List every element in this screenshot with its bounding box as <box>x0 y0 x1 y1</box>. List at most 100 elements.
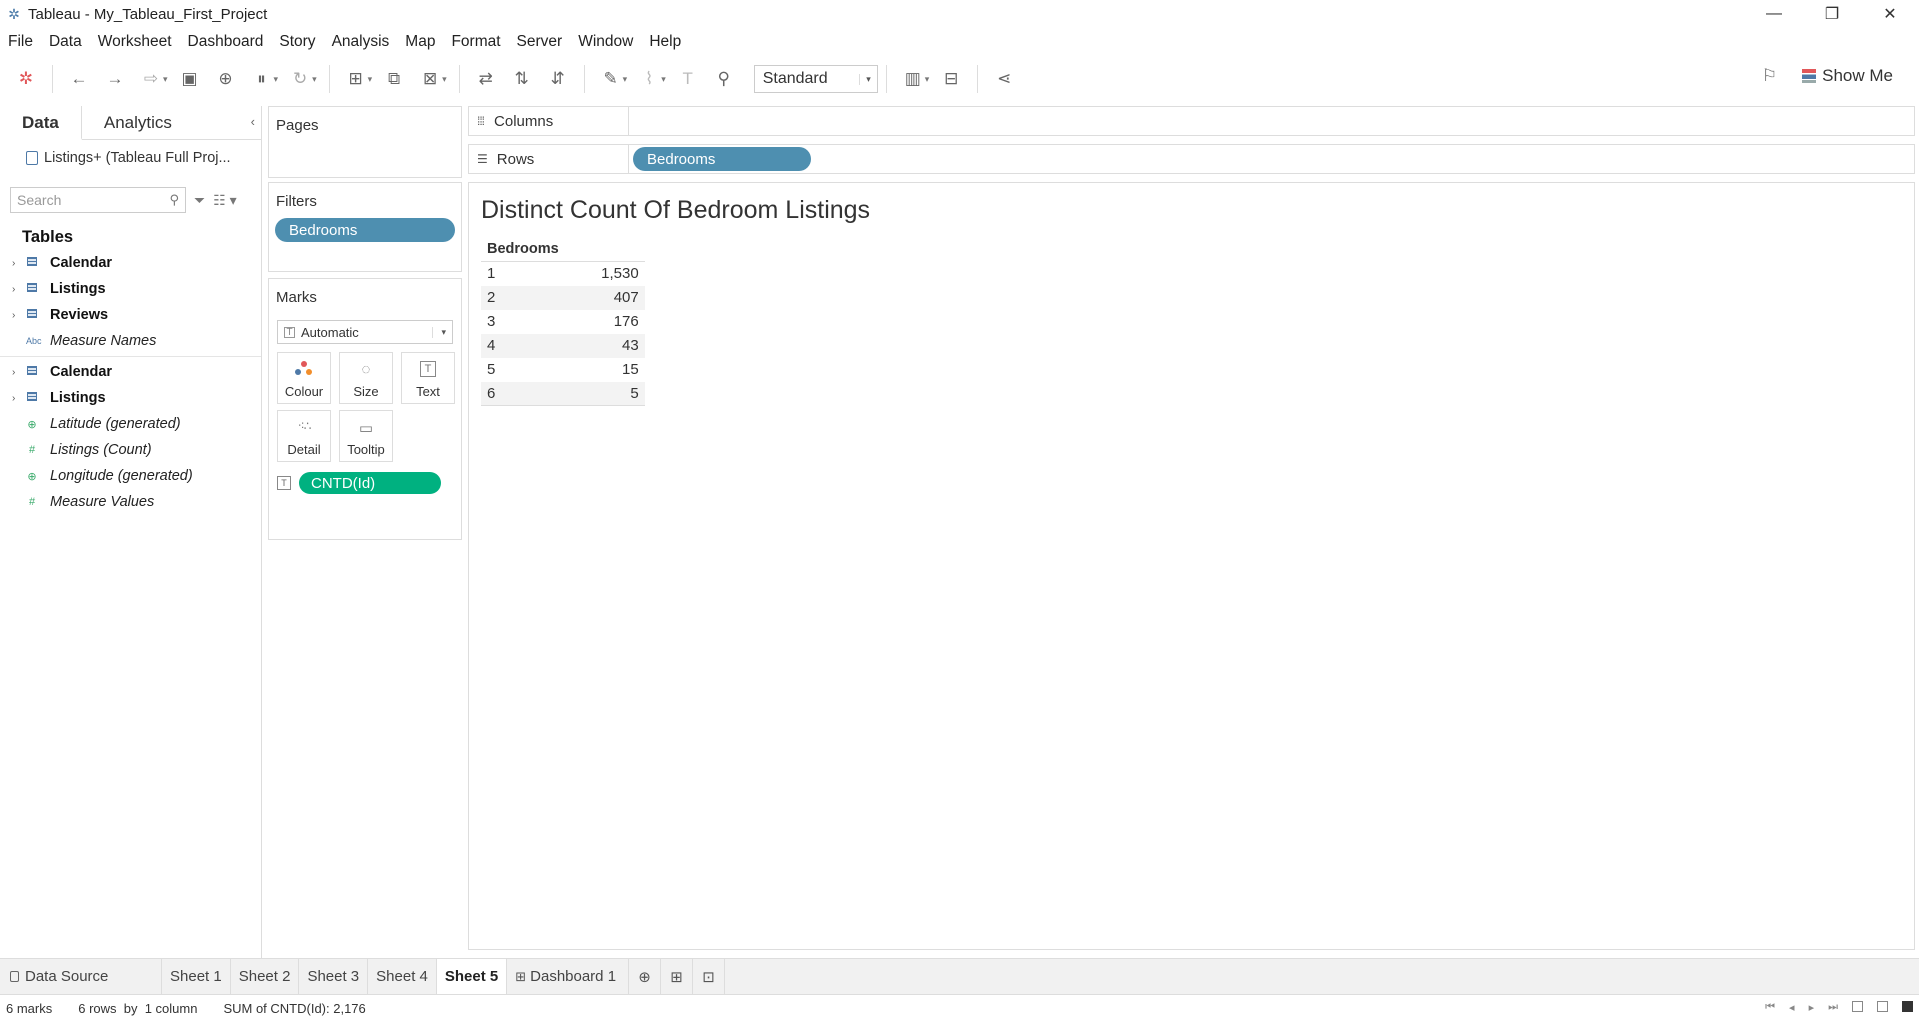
sheet-sorter-icon[interactable] <box>1852 1001 1863 1012</box>
table-row[interactable]: 3 176 <box>481 310 645 334</box>
restore-button[interactable]: ❐ <box>1803 0 1861 28</box>
crosstab[interactable]: Bedrooms 1 1,530 2 407 3 176 4 43 5 15 6 5 <box>481 237 645 406</box>
minimize-button[interactable]: — <box>1745 0 1803 28</box>
group-members-icon[interactable]: ⌇ <box>637 64 661 94</box>
redo-icon[interactable]: → <box>103 64 127 94</box>
row-header-cell[interactable]: 4 <box>481 333 565 358</box>
save-icon[interactable]: ▣ <box>178 64 202 94</box>
tab-sheet-3[interactable]: Sheet 3 <box>299 958 369 995</box>
tab-analytics[interactable]: Analytics <box>82 106 194 139</box>
expand-chevron-icon[interactable]: › <box>12 258 15 269</box>
field-item[interactable]: ⊕ Latitude (generated) <box>0 411 261 437</box>
collapse-pane-icon[interactable]: ‹ <box>251 114 255 129</box>
pause-caret-icon[interactable]: ▾ <box>274 74 279 85</box>
refresh-caret-icon[interactable]: ▾ <box>312 74 317 85</box>
filter-pill-bedrooms[interactable]: Bedrooms <box>275 218 455 242</box>
rows-pill-bedrooms[interactable]: Bedrooms <box>633 147 811 171</box>
new-worksheet-caret-icon[interactable]: ▾ <box>368 74 373 85</box>
rows-shelf[interactable]: ☰ Rows Bedrooms <box>468 144 1915 174</box>
expand-chevron-icon[interactable]: › <box>12 393 15 404</box>
expand-chevron-icon[interactable]: › <box>12 284 15 295</box>
first-page-icon[interactable]: ⏮ <box>1765 1001 1775 1014</box>
filter-icon[interactable]: ⏷ <box>194 192 205 209</box>
highlight-caret-icon[interactable]: ▾ <box>623 74 628 85</box>
tab-sheet-5[interactable]: Sheet 5 <box>436 958 508 995</box>
row-header-cell[interactable]: 3 <box>481 310 565 334</box>
field-item[interactable]: › Listings <box>0 276 261 302</box>
prev-page-icon[interactable]: ◂ <box>1789 1001 1795 1014</box>
clear-caret-icon[interactable]: ▾ <box>442 74 447 85</box>
show-mark-labels-icon[interactable]: T <box>676 64 700 94</box>
menu-worksheet[interactable]: Worksheet <box>98 33 172 51</box>
menu-dashboard[interactable]: Dashboard <box>188 33 264 51</box>
detail-button[interactable]: ⁖∴ Detail <box>277 410 331 462</box>
field-item[interactable]: › Calendar <box>0 250 261 276</box>
filmstrip-icon[interactable] <box>1877 1001 1888 1012</box>
value-cell[interactable]: 407 <box>564 285 645 310</box>
view-options-icon[interactable]: ☷ ▾ <box>213 192 236 209</box>
table-row[interactable]: 2 407 <box>481 285 645 310</box>
field-item[interactable]: # Listings (Count) <box>0 437 261 463</box>
tableau-home-icon[interactable]: ✲ <box>14 64 38 94</box>
close-button[interactable]: ✕ <box>1861 0 1919 28</box>
columns-shelf[interactable]: ⁞⁞⁞ Columns <box>468 106 1915 136</box>
menu-file[interactable]: File <box>8 33 33 51</box>
filters-card[interactable]: Filters Bedrooms <box>268 182 462 272</box>
measure-pill-cntd-id[interactable]: CNTD(Id) <box>299 472 441 494</box>
field-item[interactable]: Abc Measure Names <box>0 328 261 354</box>
row-header-cell[interactable]: 5 <box>481 358 565 382</box>
highlight-icon[interactable]: ✎ <box>599 64 623 94</box>
sheet-title[interactable]: Distinct Count Of Bedroom Listings <box>481 196 870 225</box>
tab-data[interactable]: Data <box>0 106 82 140</box>
value-cell[interactable]: 15 <box>565 358 645 382</box>
tooltip-button[interactable]: ▭ Tooltip <box>339 410 393 462</box>
value-cell[interactable]: 43 <box>564 333 645 358</box>
menu-data[interactable]: Data <box>49 33 82 51</box>
new-datasource-icon[interactable]: ⊕ <box>214 64 238 94</box>
pages-card[interactable]: Pages <box>268 106 462 178</box>
menu-format[interactable]: Format <box>451 33 500 51</box>
expand-chevron-icon[interactable]: › <box>12 367 15 378</box>
new-worksheet-button[interactable]: ⊕ <box>629 958 662 995</box>
pin-icon[interactable]: ⚐ <box>1762 66 1777 86</box>
menu-window[interactable]: Window <box>578 33 633 51</box>
next-page-icon[interactable]: ▸ <box>1809 1001 1815 1014</box>
column-header-bedrooms[interactable]: Bedrooms <box>481 237 565 262</box>
duplicate-sheet-icon[interactable]: ⧉ <box>382 64 406 94</box>
field-item[interactable]: ⊕ Longitude (generated) <box>0 463 261 489</box>
text-encoding-icon[interactable]: T <box>277 476 291 490</box>
fit-dropdown[interactable]: Standard ▾ <box>753 65 878 93</box>
replay-caret-icon[interactable]: ▾ <box>163 74 168 85</box>
size-button[interactable]: ◌ Size <box>339 352 393 404</box>
value-cell[interactable]: 5 <box>564 381 645 406</box>
share-icon[interactable]: ⋖ <box>992 64 1016 94</box>
new-worksheet-icon[interactable]: ⊞ <box>344 64 368 94</box>
tab-dashboard-1[interactable]: ⊞ Dashboard 1 <box>507 958 630 995</box>
expand-chevron-icon[interactable]: › <box>12 310 15 321</box>
show-me-button[interactable]: Show Me <box>1802 66 1893 86</box>
rows-drop-area[interactable]: Bedrooms <box>629 145 1914 173</box>
refresh-icon[interactable]: ↻ <box>288 64 312 94</box>
field-item[interactable]: › Calendar <box>0 359 261 385</box>
cards-caret-icon[interactable]: ▾ <box>925 74 930 85</box>
undo-icon[interactable]: ← <box>67 64 91 94</box>
pause-updates-icon[interactable]: ⏸ <box>250 64 274 94</box>
tab-sheet-1[interactable]: Sheet 1 <box>162 958 231 995</box>
table-row[interactable]: 65 <box>481 381 645 406</box>
swap-rows-columns-icon[interactable]: ⇄ <box>474 64 498 94</box>
group-caret-icon[interactable]: ▾ <box>661 74 666 85</box>
columns-drop-area[interactable] <box>629 107 1914 135</box>
row-header-cell[interactable]: 2 <box>481 285 565 310</box>
worksheet-view[interactable]: Distinct Count Of Bedroom Listings Bedro… <box>468 182 1915 950</box>
table-row[interactable]: 4 43 <box>481 333 645 358</box>
last-page-icon[interactable]: ⏭ <box>1828 1001 1838 1014</box>
field-item[interactable]: › Listings <box>0 385 261 411</box>
sort-descending-icon[interactable]: ⇵ <box>546 64 570 94</box>
datasource-item[interactable]: Listings+ (Tableau Full Proj... <box>0 140 261 176</box>
tab-data-source[interactable]: Data Source <box>0 958 162 995</box>
value-cell[interactable]: 1,530 <box>565 262 645 286</box>
tabs-view-icon[interactable] <box>1902 1001 1913 1012</box>
search-input[interactable]: Search ⚲ <box>10 187 186 213</box>
text-button[interactable]: T Text <box>401 352 455 404</box>
table-row[interactable]: 5 15 <box>481 358 645 382</box>
